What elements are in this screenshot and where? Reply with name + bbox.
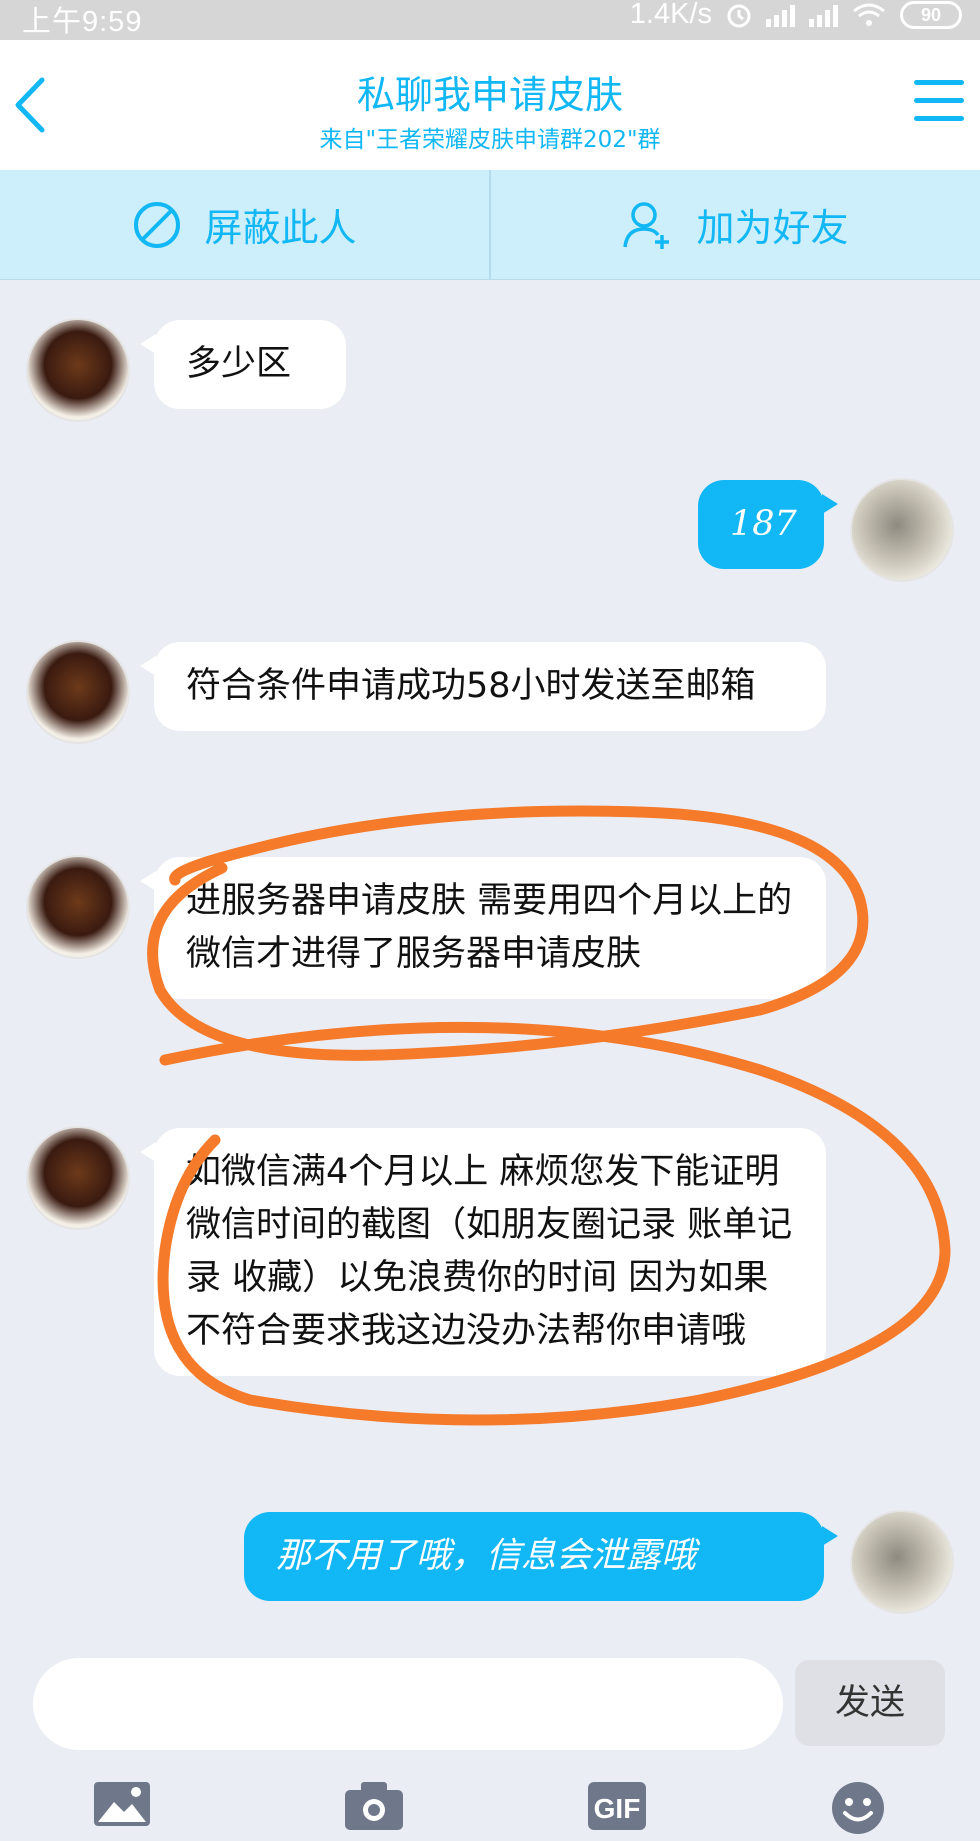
add-friend-icon	[623, 201, 670, 249]
self-avatar[interactable]	[850, 478, 954, 582]
message-bubble: 如微信满4个月以上 麻烦您发下能证明微信时间的截图（如朋友圈记录 账单记录 收藏…	[140, 1128, 826, 1376]
image-button[interactable]	[92, 1780, 162, 1840]
block-user-button[interactable]: 屏蔽此人	[0, 170, 491, 279]
self-avatar[interactable]	[850, 1510, 954, 1614]
message-bubble: 进服务器申请皮肤 需要用四个月以上的微信才进得了服务器申请皮肤	[140, 857, 826, 999]
gif-button[interactable]: GIF	[586, 1780, 656, 1840]
gif-label: GIF	[594, 1793, 641, 1824]
menu-icon	[914, 80, 964, 121]
camera-icon	[345, 1782, 403, 1830]
sender-avatar[interactable]	[26, 855, 130, 959]
sender-avatar[interactable]	[26, 640, 130, 744]
status-right: 1.4K/s 90	[630, 0, 962, 31]
signal-2-icon	[809, 3, 838, 27]
wifi-icon	[853, 3, 885, 26]
battery-indicator: 90	[900, 0, 962, 29]
gif-icon: GIF	[588, 1782, 646, 1830]
status-bar: 上午9:59 1.4K/s 90	[0, 0, 980, 40]
emoji-button[interactable]	[830, 1780, 900, 1840]
image-icon	[94, 1782, 150, 1826]
message-input[interactable]	[33, 1658, 783, 1750]
alarm-icon	[727, 4, 751, 27]
sender-avatar[interactable]	[26, 318, 130, 422]
message-bubble: 符合条件申请成功58小时发送至邮箱	[140, 642, 826, 731]
block-user-label: 屏蔽此人	[204, 206, 357, 250]
title-bar: 私聊我申请皮肤 来自"王者荣耀皮肤申请群202"群	[0, 40, 980, 170]
composer-bar: 发送 GIF	[0, 1640, 980, 1841]
page-title: 私聊我申请皮肤	[356, 73, 623, 117]
message-bubble: 那不用了哦，信息会泄露哦	[244, 1512, 838, 1601]
send-button[interactable]: 发送	[795, 1660, 945, 1746]
status-time: 上午9:59	[22, 6, 143, 38]
add-friend-label: 加为好友	[696, 206, 849, 250]
message-bubble: 多少区	[140, 320, 346, 409]
emoji-icon	[832, 1782, 884, 1834]
page-subtitle: 来自"王者荣耀皮肤申请群202"群	[319, 127, 661, 153]
action-bar: 屏蔽此人 加为好友	[0, 170, 980, 280]
net-speed: 1.4K/s	[629, 0, 712, 30]
menu-button[interactable]	[914, 80, 964, 130]
signal-1-icon	[766, 3, 795, 27]
message-bubble: 187	[698, 480, 838, 569]
block-icon	[134, 201, 181, 248]
sender-avatar[interactable]	[26, 1126, 130, 1230]
add-friend-button[interactable]: 加为好友	[491, 170, 980, 279]
camera-button[interactable]	[343, 1780, 413, 1840]
